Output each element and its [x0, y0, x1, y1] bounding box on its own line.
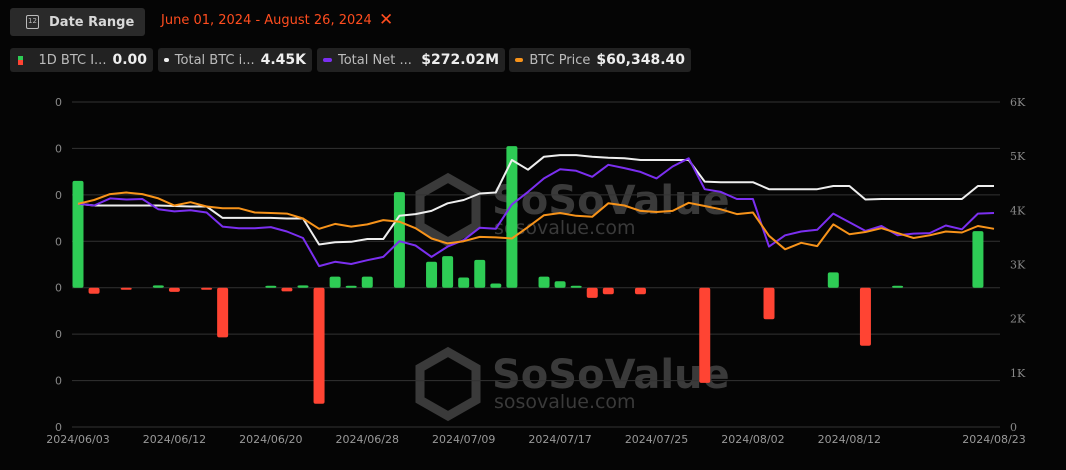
x-axis-tick-label: 2024/07/17 — [528, 433, 591, 446]
inflow-bar[interactable] — [570, 285, 582, 288]
outflow-bar[interactable] — [168, 287, 180, 292]
total-net-assets-line[interactable] — [77, 157, 995, 268]
x-axis-tick-label: 2024/07/09 — [432, 433, 495, 446]
x-axis-tick-label: 2024/08/12 — [818, 433, 881, 446]
outflow-bar[interactable] — [120, 287, 132, 290]
watermark-url: sosovalue.com — [494, 217, 636, 239]
left-axis-tick-label: 0 — [55, 421, 62, 434]
inflow-bar[interactable] — [72, 180, 84, 288]
right-axis-tick-label: 5K — [1010, 150, 1026, 163]
outflow-bar[interactable] — [313, 287, 325, 404]
left-axis-tick-label: 0 — [55, 375, 62, 388]
inflow-bar[interactable] — [393, 192, 405, 288]
outflow-bar[interactable] — [763, 287, 775, 320]
outflow-bar[interactable] — [602, 287, 614, 295]
inflow-bar[interactable] — [345, 285, 357, 288]
inflow-bar[interactable] — [361, 276, 373, 288]
x-axis-tick-label: 2024/06/28 — [336, 433, 399, 446]
date-range-button[interactable]: 12 Date Range — [10, 8, 145, 36]
inflow-bar[interactable] — [265, 285, 277, 288]
outflow-bar[interactable] — [634, 287, 646, 295]
white-line-swatch-icon — [164, 58, 169, 62]
watermark-brand: SoSoValue — [492, 178, 730, 224]
inflow-bar[interactable] — [490, 283, 502, 288]
inflow-bar[interactable] — [474, 259, 486, 288]
inflow-bar[interactable] — [297, 285, 309, 288]
outflow-bar[interactable] — [699, 287, 711, 383]
right-axis-tick-label: 2K — [1010, 313, 1026, 326]
left-axis-tick-label: 0 — [55, 328, 62, 341]
outflow-bar[interactable] — [281, 287, 293, 292]
inflow-bar[interactable] — [972, 231, 984, 288]
selected-date-range: June 01, 2024 - August 26, 2024 — [161, 13, 372, 28]
purple-line-swatch-icon — [323, 58, 332, 62]
watermark-brand: SoSoValue — [492, 352, 730, 398]
orange-line-swatch-icon — [515, 58, 524, 62]
left-axis-tick-label: 0 — [55, 282, 62, 295]
legend-value: $272.02M — [421, 52, 499, 68]
inflow-bar[interactable] — [538, 276, 550, 288]
x-axis-tick-label: 2024/07/25 — [625, 433, 688, 446]
legend-name: Total BTC i... — [174, 52, 255, 68]
left-axis-tick-label: 0 — [55, 142, 62, 155]
legend-item-btc-price[interactable]: BTC Price $60,348.40 — [509, 48, 691, 72]
legend-value: 4.45K — [260, 52, 306, 68]
total-btc-inflow-line[interactable] — [77, 154, 994, 246]
inflow-bar[interactable] — [554, 281, 566, 288]
inflow-bar[interactable] — [442, 256, 454, 288]
legend-item-total-btc-inflow[interactable]: Total BTC i... 4.45K — [158, 48, 312, 72]
legend-name: BTC Price — [529, 52, 591, 68]
right-axis-tick-label: 6K — [1010, 96, 1026, 109]
inflow-bar[interactable] — [892, 285, 904, 288]
watermark: SoSoValue sosovalue.com SoSoValue sosova… — [415, 172, 730, 422]
left-axis-tick-label: 0 — [55, 96, 62, 109]
legend-value: 0.00 — [112, 52, 147, 68]
x-axis-tick-label: 2024/06/20 — [239, 433, 302, 446]
legend-item-1d-btc-inflow[interactable]: 1D BTC I... 0.00 — [10, 48, 153, 72]
legend-name: 1D BTC I... — [38, 52, 107, 68]
inflow-bar[interactable] — [426, 261, 438, 288]
inflow-bar[interactable] — [152, 285, 164, 288]
legend-value: $60,348.40 — [596, 52, 685, 68]
sosovalue-logo-icon — [415, 172, 481, 248]
left-axis-tick-label: 0 — [55, 189, 62, 202]
date-range-label: Date Range — [49, 14, 135, 30]
outflow-bar[interactable] — [859, 287, 871, 346]
inflow-bar[interactable] — [458, 277, 470, 288]
inflow-bar[interactable] — [827, 272, 839, 288]
right-axis-tick-label: 0 — [1010, 421, 1017, 434]
right-axis-tick-label: 4K — [1010, 204, 1026, 217]
outflow-bar[interactable] — [88, 287, 100, 294]
x-axis-tick-label: 2024/06/03 — [46, 433, 109, 446]
legend-name: Total Net ... — [338, 52, 412, 68]
inflow-bar[interactable] — [329, 276, 341, 288]
outflow-bar[interactable] — [217, 287, 229, 338]
legend-item-total-net-assets[interactable]: Total Net ... $272.02M — [317, 48, 505, 72]
watermark-url: sosovalue.com — [494, 391, 636, 413]
x-axis-tick-label: 2024/06/12 — [143, 433, 206, 446]
calendar-icon: 12 — [26, 15, 39, 29]
outflow-bar[interactable] — [586, 287, 598, 298]
inflow-bar[interactable] — [506, 146, 518, 288]
sosovalue-logo-icon — [415, 346, 481, 422]
clear-range-close-icon[interactable]: ✕ — [379, 10, 393, 30]
outflow-bar[interactable] — [201, 287, 213, 290]
x-axis-tick-label: 2024/08/02 — [721, 433, 784, 446]
left-axis-tick-label: 0 — [55, 235, 62, 248]
right-axis-tick-label: 1K — [1010, 367, 1026, 380]
btc-price-line[interactable] — [77, 191, 995, 251]
right-axis-tick-label: 3K — [1010, 259, 1026, 272]
red-green-swatch-icon — [18, 55, 23, 65]
x-axis-tick-label: 2024/08/23 — [962, 433, 1025, 446]
